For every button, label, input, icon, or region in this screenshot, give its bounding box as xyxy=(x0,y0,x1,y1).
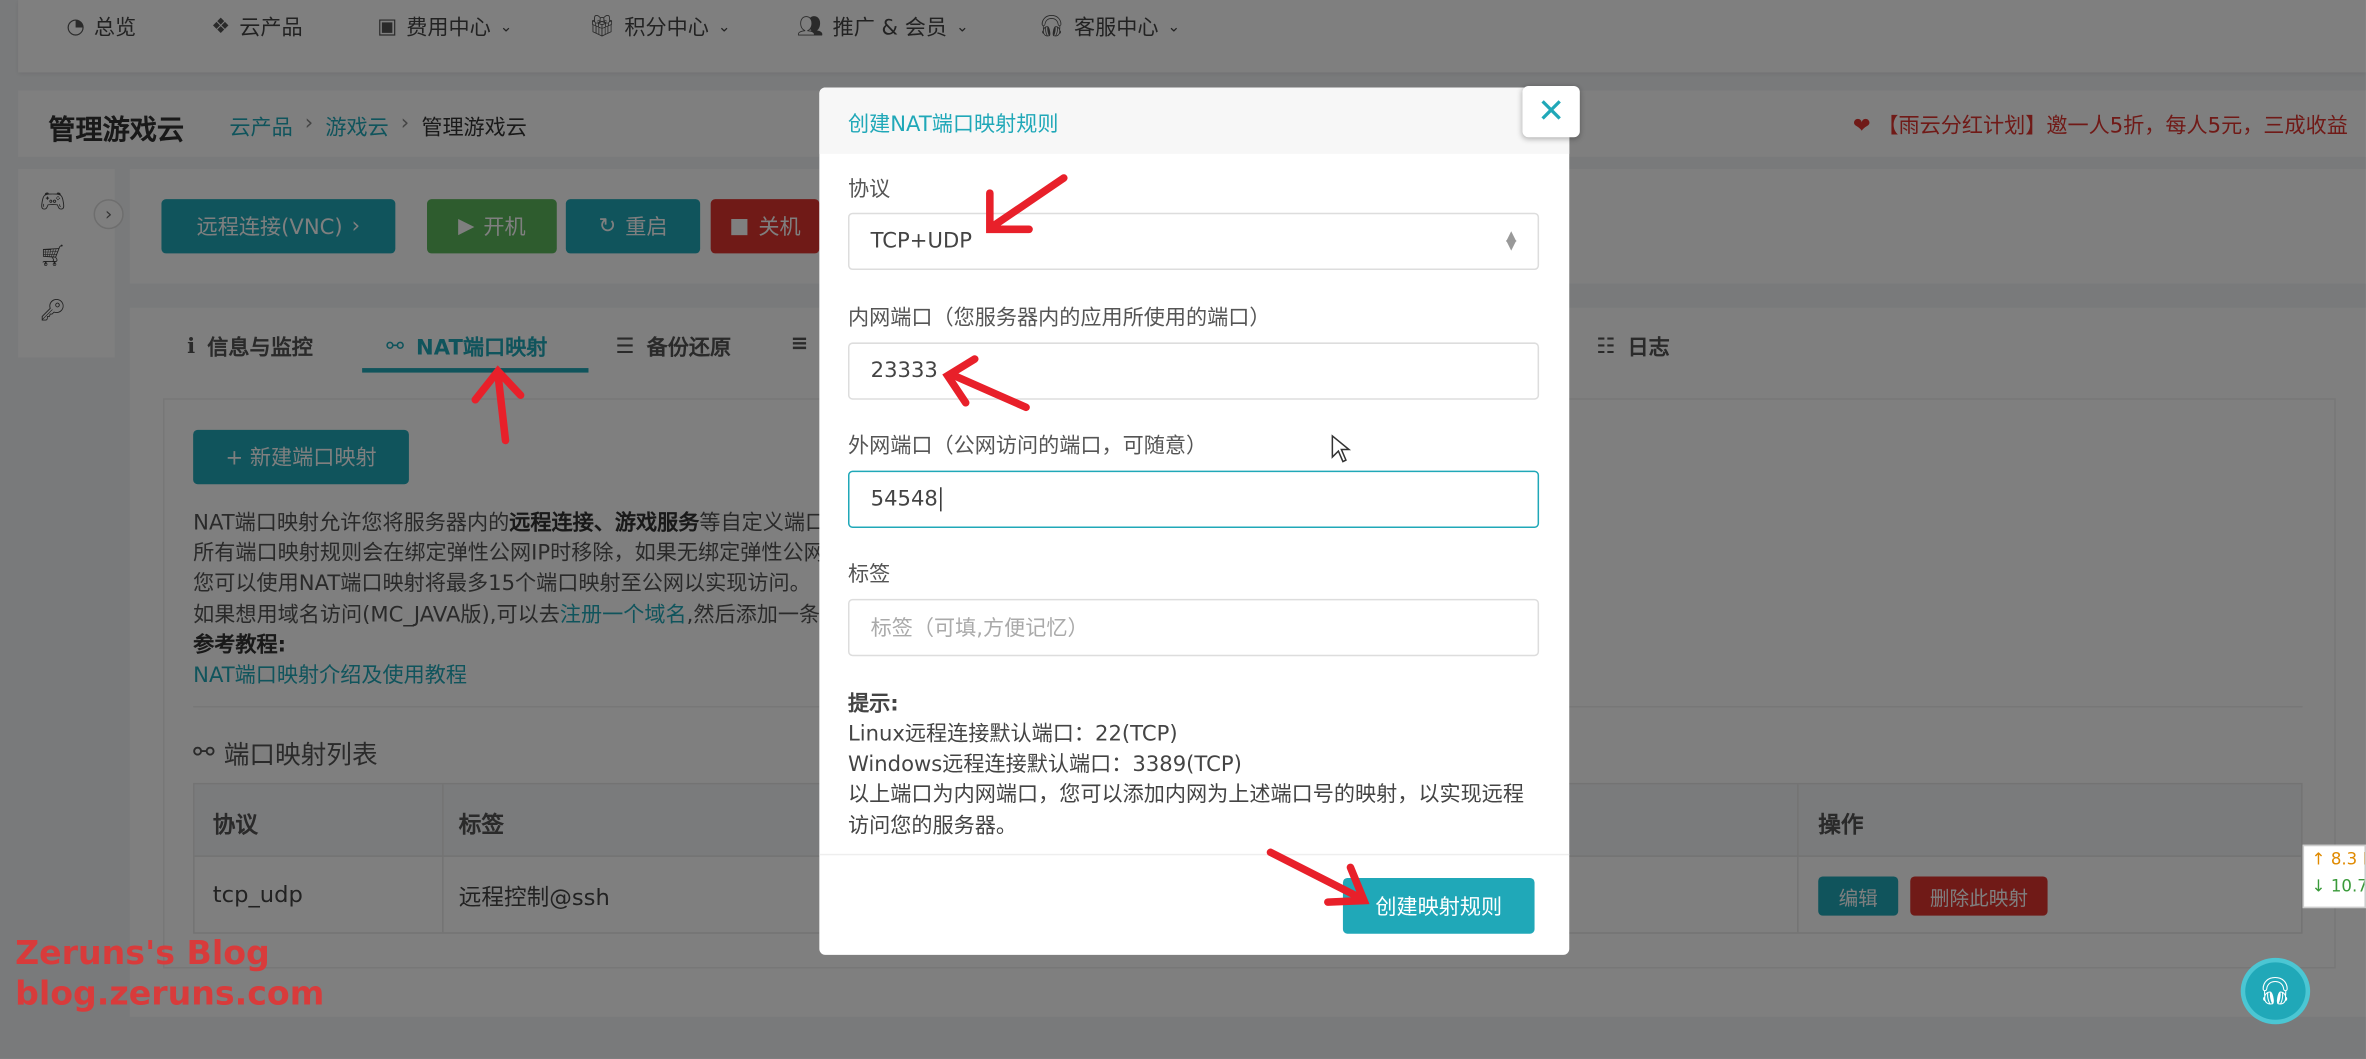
create-rule-button[interactable]: 创建映射规则 xyxy=(1342,877,1535,934)
protocol-select[interactable]: TCP+UDP ▲ ▼ xyxy=(848,212,1540,271)
watermark-title: Zeruns's Blog xyxy=(15,935,270,973)
tips-title: 提示: xyxy=(848,692,899,717)
inner-port-label: 内网端口（您服务器内的应用所使用的端口） xyxy=(848,306,1271,331)
tip-line: Windows远程连接默认端口：3389(TCP) xyxy=(848,752,1242,777)
headset-icon: 🎧︎ xyxy=(2258,975,2293,1007)
modal-footer-divider xyxy=(819,853,1570,856)
tag-label: 标签 xyxy=(848,562,891,587)
tag-field[interactable]: 标签（可填,方便记忆） xyxy=(848,598,1540,657)
close-button[interactable]: ✕ xyxy=(1522,85,1580,138)
outer-port-label: 外网端口（公网访问的端口，可随意） xyxy=(848,434,1208,459)
page: ◔总览 ❖云产品 ▣费用中心⌄ 🎁︎积分中心⌄ 👥︎推广 & 会员⌄ 🎧︎客服中… xyxy=(0,0,2366,1059)
sort-icon: ▲ ▼ xyxy=(1506,229,1517,254)
support-chat-button[interactable]: 🎧︎ xyxy=(2245,962,2306,1020)
mouse-cursor-icon xyxy=(1331,434,1352,463)
modal-title: 创建NAT端口映射规则 xyxy=(848,113,1059,138)
close-icon: ✕ xyxy=(1537,92,1566,131)
network-speed-widget: ↑ 8.3 K↓ 10.7 xyxy=(2302,844,2366,909)
tip-line: Linux远程连接默认端口：22(TCP) xyxy=(848,722,1178,747)
protocol-label: 协议 xyxy=(848,178,891,203)
outer-port-field[interactable]: 54548 xyxy=(848,470,1540,528)
text-cursor xyxy=(939,487,941,512)
tip-line: 以上端口为内网端口，您可以添加内网为上述端口号的映射，以实现远程 xyxy=(848,782,1524,808)
tip-line: 访问您的服务器。 xyxy=(848,814,1017,839)
inner-port-field[interactable]: 23333 xyxy=(848,342,1540,400)
watermark-url: blog.zeruns.com xyxy=(15,975,325,1014)
